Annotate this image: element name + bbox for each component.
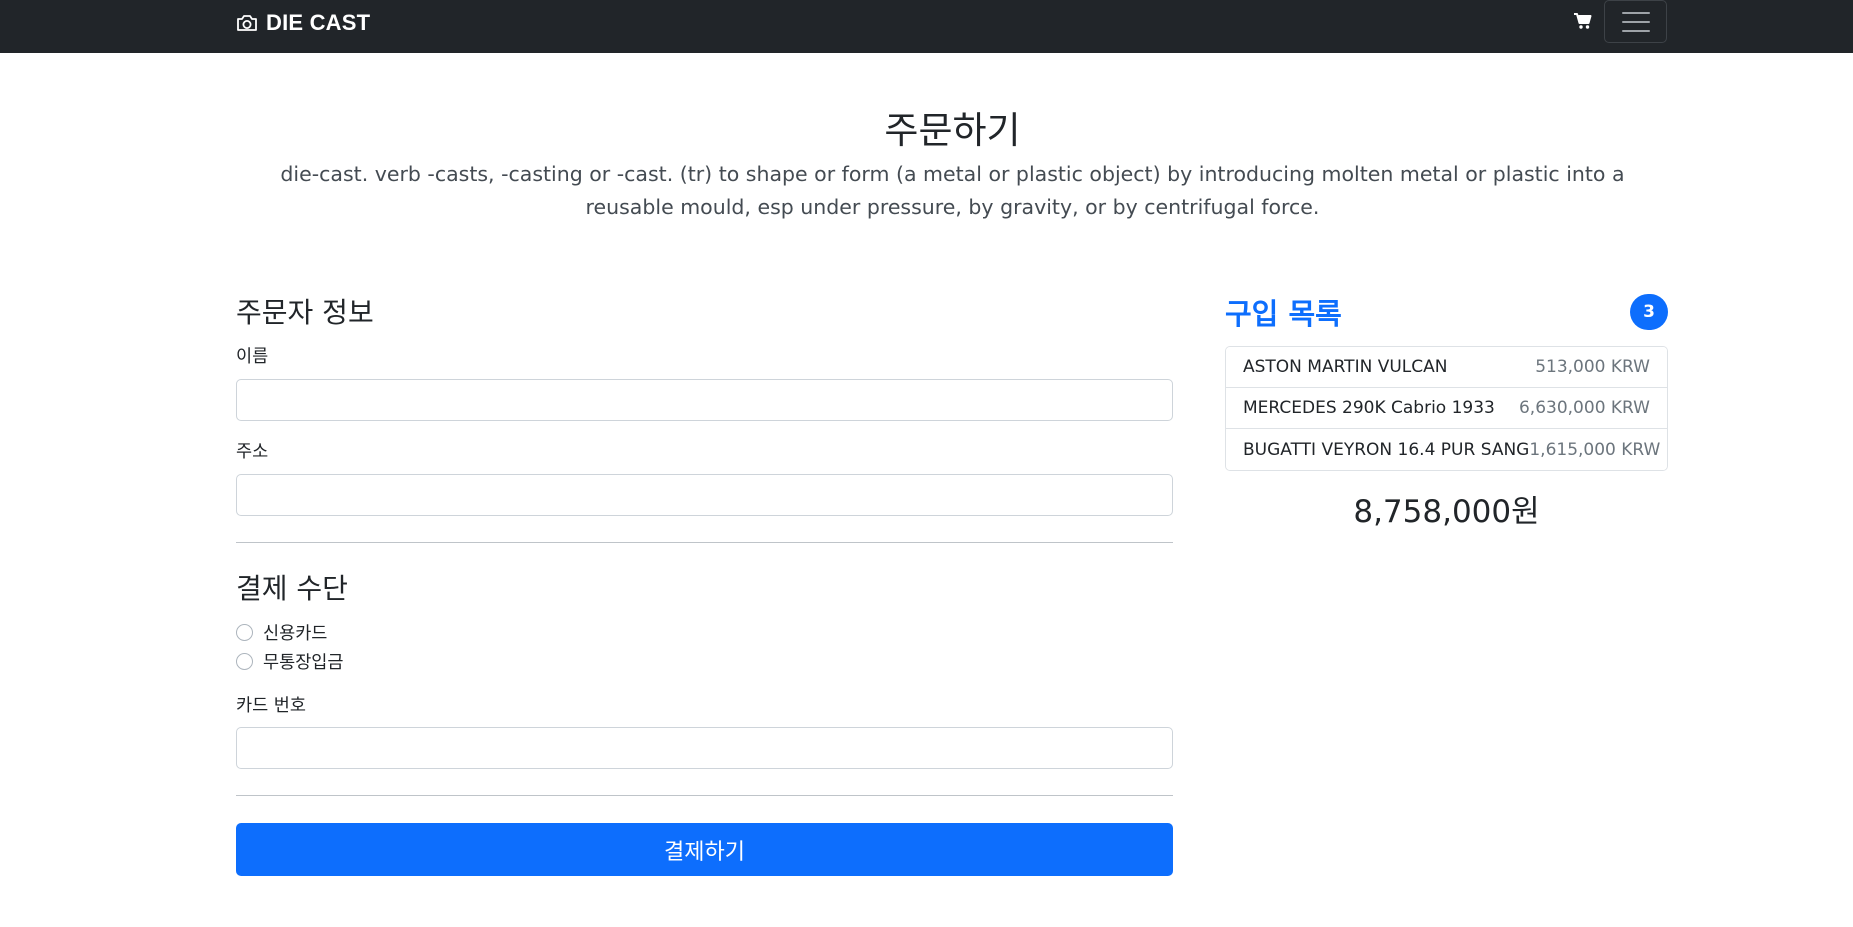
payment-option-credit-card[interactable]: 신용카드	[236, 620, 327, 645]
cart-item-list: ASTON MARTIN VULCAN 513,000 KRW MERCEDES…	[1225, 346, 1668, 471]
section-divider	[236, 795, 1173, 796]
shopping-cart-icon[interactable]	[1573, 11, 1593, 31]
cart-item-name: MERCEDES 290K Cabrio 1933	[1243, 398, 1495, 418]
brand-name: DIE CAST	[266, 9, 371, 35]
credit-card-radio[interactable]	[236, 624, 253, 641]
cart-count-badge: 3	[1630, 294, 1668, 330]
page-description: die-cast. verb -casts, -casting or -cast…	[280, 162, 1625, 219]
credit-card-label: 신용카드	[263, 624, 328, 644]
name-label: 이름	[236, 347, 269, 367]
cart-item-price: 513,000 KRW	[1535, 357, 1650, 377]
page-title: 주문하기	[884, 109, 1021, 152]
cart-item-name: BUGATTI VEYRON 16.4 PUR SANG	[1243, 439, 1530, 460]
camera-icon	[236, 12, 258, 34]
cart-total: 8,758,000원	[1353, 494, 1540, 530]
cart-item: BUGATTI VEYRON 16.4 PUR SANG 1,615,000 K…	[1226, 429, 1667, 470]
cart-item-price: 6,630,000 KRW	[1518, 398, 1650, 418]
pay-button[interactable]: 결제하기	[236, 823, 1173, 876]
brand-link[interactable]: DIE CAST	[236, 0, 370, 45]
cart-title: 구입 목록	[1225, 297, 1342, 331]
hamburger-menu-icon	[1621, 11, 1650, 14]
card-number-input[interactable]	[236, 727, 1173, 769]
cart-item-name: ASTON MARTIN VULCAN	[1243, 357, 1448, 377]
payment-option-bank-transfer[interactable]: 무통장입금	[236, 649, 344, 674]
bank-transfer-label: 무통장입금	[263, 653, 344, 673]
name-input[interactable]	[236, 379, 1173, 421]
orderer-info-title: 주문자 정보	[236, 296, 374, 329]
cart-item: MERCEDES 290K Cabrio 1933 6,630,000 KRW	[1226, 388, 1667, 429]
card-number-label: 카드 번호	[236, 696, 306, 716]
payment-method-title: 결제 수단	[236, 572, 348, 605]
bank-transfer-radio[interactable]	[236, 653, 253, 670]
hamburger-menu-button[interactable]	[1604, 0, 1667, 43]
navbar: DIE CAST	[0, 0, 1853, 53]
address-input[interactable]	[236, 474, 1173, 516]
address-label: 주소	[236, 442, 269, 462]
cart-item: ASTON MARTIN VULCAN 513,000 KRW	[1226, 347, 1667, 388]
cart-item-price: 1,615,000 KRW	[1529, 439, 1661, 460]
section-divider	[236, 542, 1173, 543]
